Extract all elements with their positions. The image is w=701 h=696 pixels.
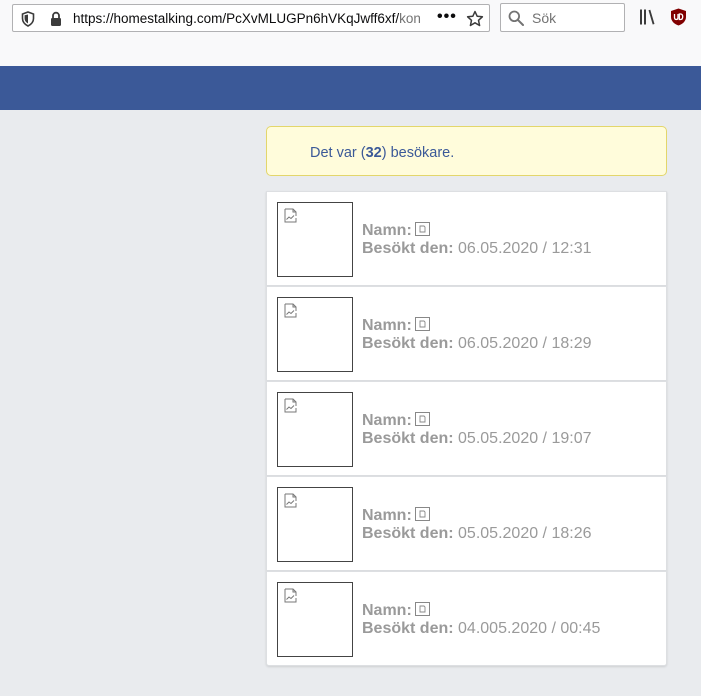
visited-date: 04.005.2020 / 00:45 xyxy=(458,620,601,637)
broken-image-icon xyxy=(414,222,430,236)
search-box[interactable]: Sök xyxy=(500,3,625,32)
notice-prefix: Det var ( xyxy=(310,145,366,161)
name-label: Namn: xyxy=(362,222,412,239)
visitor-name: Namn: xyxy=(362,317,430,335)
visitor-avatar[interactable] xyxy=(277,202,353,277)
visited-label: Besökt den: xyxy=(362,620,454,637)
visitor-name: Namn: xyxy=(362,602,430,620)
visitor-card: Namn: Besökt den: 04.005.2020 / 00:45 xyxy=(266,571,667,666)
lock-icon[interactable] xyxy=(49,11,63,27)
broken-image-icon xyxy=(414,507,430,521)
visited-label: Besökt den: xyxy=(362,335,454,352)
url-main: https://homestalking.com/PcXvMLUGPn6hVKq… xyxy=(73,11,400,26)
search-icon xyxy=(508,10,524,26)
library-icon[interactable] xyxy=(639,8,657,26)
notice-suffix: ) besökare. xyxy=(381,145,455,161)
visitor-avatar[interactable] xyxy=(277,582,353,657)
notice-text: Det var (32) besökare. xyxy=(310,144,454,162)
visitor-count: 32 xyxy=(365,145,382,161)
ublock-origin-icon[interactable] xyxy=(670,8,687,26)
shield-icon[interactable] xyxy=(21,11,35,27)
visited-row: Besökt den: 05.05.2020 / 19:07 xyxy=(362,430,591,448)
visitor-card: Namn: Besökt den: 06.05.2020 / 18:29 xyxy=(266,286,667,381)
visited-date: 06.05.2020 / 12:31 xyxy=(458,240,592,257)
broken-image-icon xyxy=(284,208,297,223)
search-placeholder: Sök xyxy=(532,10,557,26)
visited-label: Besökt den: xyxy=(362,430,454,447)
visitor-avatar[interactable] xyxy=(277,297,353,372)
visited-row: Besökt den: 05.05.2020 / 18:26 xyxy=(362,525,591,543)
visitor-card: Namn: Besökt den: 05.05.2020 / 18:26 xyxy=(266,476,667,571)
url-text[interactable]: https://homestalking.com/PcXvMLUGPn6hVKq… xyxy=(73,11,437,27)
visited-row: Besökt den: 06.05.2020 / 12:31 xyxy=(362,240,591,258)
visitor-name: Namn: xyxy=(362,222,430,240)
visitor-avatar[interactable] xyxy=(277,487,353,562)
broken-image-icon xyxy=(414,602,430,616)
browser-toolbar: https://homestalking.com/PcXvMLUGPn6hVKq… xyxy=(0,0,701,66)
url-tail: kon xyxy=(399,11,421,26)
visitor-list: Namn: Besökt den: 06.05.2020 / 12:31 Nam… xyxy=(266,191,667,666)
page-actions-button[interactable]: ••• xyxy=(437,9,457,25)
visited-row: Besökt den: 06.05.2020 / 18:29 xyxy=(362,335,591,353)
broken-image-icon xyxy=(284,588,297,603)
visitor-name: Namn: xyxy=(362,412,430,430)
visited-row: Besökt den: 04.005.2020 / 00:45 xyxy=(362,620,600,638)
broken-image-icon xyxy=(414,412,430,426)
name-label: Namn: xyxy=(362,602,412,619)
broken-image-icon xyxy=(414,317,430,331)
visitor-name: Namn: xyxy=(362,507,430,525)
visitor-card: Namn: Besökt den: 06.05.2020 / 12:31 xyxy=(266,191,667,286)
name-label: Namn: xyxy=(362,412,412,429)
visited-label: Besökt den: xyxy=(362,240,454,257)
name-label: Namn: xyxy=(362,507,412,524)
visited-date: 05.05.2020 / 18:26 xyxy=(458,525,592,542)
visited-date: 06.05.2020 / 18:29 xyxy=(458,335,592,352)
site-header xyxy=(0,66,701,110)
visitor-card: Namn: Besökt den: 05.05.2020 / 19:07 xyxy=(266,381,667,476)
visited-date: 05.05.2020 / 19:07 xyxy=(458,430,592,447)
visited-label: Besökt den: xyxy=(362,525,454,542)
visitor-avatar[interactable] xyxy=(277,392,353,467)
address-bar[interactable]: https://homestalking.com/PcXvMLUGPn6hVKq… xyxy=(12,4,490,32)
star-icon[interactable] xyxy=(466,10,484,28)
broken-image-icon xyxy=(284,493,297,508)
broken-image-icon xyxy=(284,303,297,318)
name-label: Namn: xyxy=(362,317,412,334)
visitor-count-notice: Det var (32) besökare. xyxy=(266,126,667,176)
broken-image-icon xyxy=(284,398,297,413)
